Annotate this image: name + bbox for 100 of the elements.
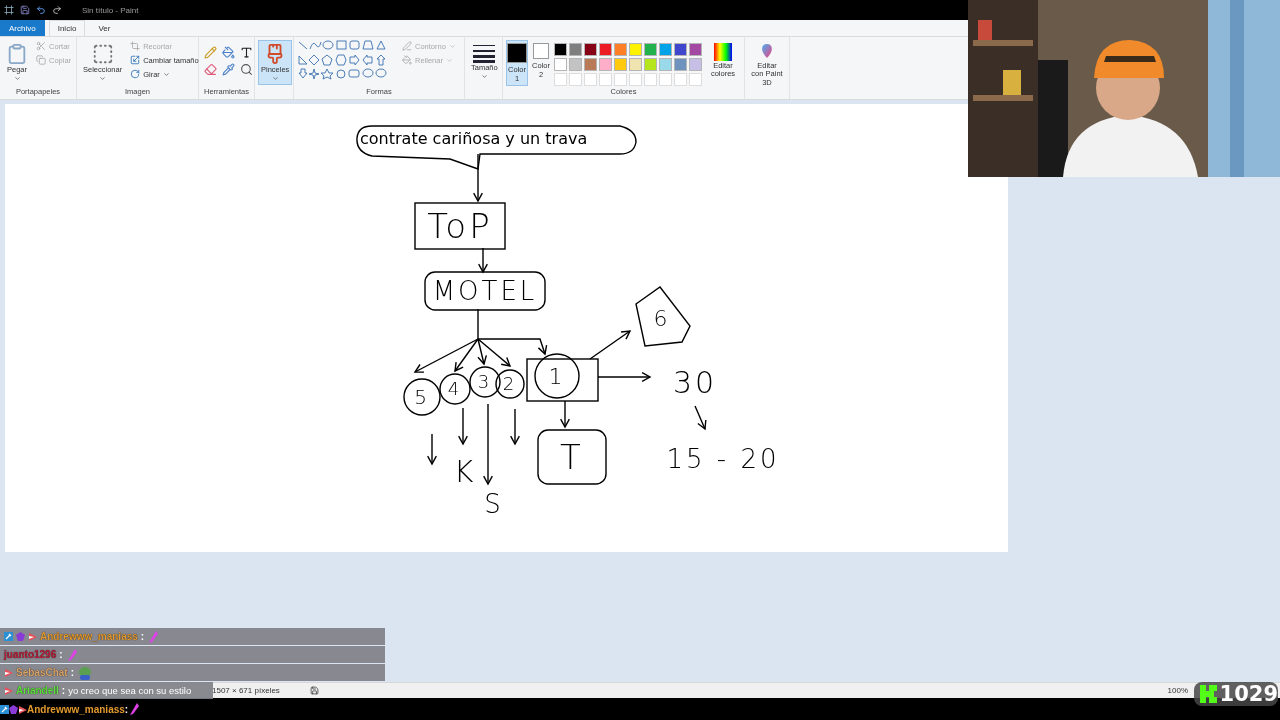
arrow xyxy=(478,247,488,274)
color-spectrum-icon xyxy=(713,43,732,61)
text-icon xyxy=(239,46,253,59)
chat-separator: : xyxy=(140,631,145,642)
palette-color[interactable] xyxy=(583,58,597,71)
viewer-count: 1029 xyxy=(1219,682,1278,706)
palette-color[interactable] xyxy=(553,43,567,56)
palette-color[interactable] xyxy=(658,58,672,71)
chat-message: yo creo que sea con su estilo xyxy=(68,685,192,696)
chat-username: juanto1296 xyxy=(4,649,57,660)
handwritten-label: S xyxy=(484,489,504,520)
boxed-label: MOTEL xyxy=(424,271,546,311)
palette-color[interactable] xyxy=(688,43,702,56)
pen-icon xyxy=(402,41,412,51)
palette-color[interactable] xyxy=(598,58,612,71)
circled-label: 5 xyxy=(403,378,441,416)
palette-color[interactable] xyxy=(643,43,657,56)
handwritten-label: K xyxy=(453,453,477,489)
boxed-label: T xyxy=(537,429,607,485)
gem-badge-icon xyxy=(16,632,25,641)
eraser-tool[interactable] xyxy=(202,63,218,76)
save-icon xyxy=(309,686,319,695)
caret-icon xyxy=(13,75,21,83)
chat-separator: : xyxy=(70,667,75,678)
palette-color[interactable] xyxy=(628,58,642,71)
chat-username: SebasChat xyxy=(16,667,68,678)
resize-icon xyxy=(130,55,141,65)
palette-color[interactable] xyxy=(583,43,597,56)
pencil-tool[interactable] xyxy=(202,46,218,59)
crop-icon xyxy=(130,41,141,51)
arrow xyxy=(694,405,707,431)
circled-label: 1 xyxy=(534,353,580,399)
bubble-text: contrate cariñosa y un trava xyxy=(360,129,588,148)
save-icon xyxy=(20,5,30,15)
chat-username: Ariandell xyxy=(16,685,59,696)
pencil-icon xyxy=(203,46,217,59)
arrow xyxy=(473,153,483,203)
palette-color[interactable] xyxy=(628,43,642,56)
handwritten-label: 30 xyxy=(672,364,718,400)
arrow xyxy=(458,407,468,446)
boxed-label: 6 xyxy=(635,286,691,347)
chat-separator: : xyxy=(124,703,129,715)
chat-separator: : xyxy=(61,685,66,696)
paint-bucket-icon xyxy=(221,46,235,59)
feather-emote-icon xyxy=(128,702,141,716)
palette-color[interactable] xyxy=(613,58,627,71)
palette-color[interactable] xyxy=(553,58,567,71)
arrow xyxy=(589,330,632,360)
color-picker-tool[interactable] xyxy=(220,63,236,76)
flag-badge-icon xyxy=(18,704,27,714)
scissors-icon xyxy=(36,41,46,51)
branch-line xyxy=(477,308,479,340)
line-width-icon xyxy=(473,43,496,63)
window-title: Sin título - Paint xyxy=(82,5,139,15)
drawing-canvas[interactable]: contrate cariñosa y un trava ToP MOTEL 5 4 3 2 1 K S T 6 30 15 - 20 xyxy=(5,104,1008,552)
rotate-icon xyxy=(130,69,141,79)
palette-color[interactable] xyxy=(568,43,582,56)
palette-color[interactable] xyxy=(613,43,627,56)
caret-icon xyxy=(162,70,170,78)
arrow xyxy=(427,433,437,466)
caret-icon xyxy=(99,75,107,83)
palette-color[interactable] xyxy=(673,43,687,56)
undo-icon xyxy=(36,5,46,15)
chat-username: Andrewww_maniass xyxy=(27,703,125,715)
arrow xyxy=(597,372,652,382)
magnifier-tool[interactable] xyxy=(238,63,254,76)
palette-color[interactable] xyxy=(643,58,657,71)
wrench-badge-icon xyxy=(0,704,9,714)
arrow xyxy=(510,408,520,446)
palette-color[interactable] xyxy=(658,43,672,56)
eyedropper-icon xyxy=(221,63,235,76)
wrench-badge-icon xyxy=(4,632,13,641)
copy-icon xyxy=(36,55,46,65)
palette-color[interactable] xyxy=(673,58,687,71)
boxed-label: ToP xyxy=(414,202,506,250)
chat-separator: : xyxy=(59,649,63,660)
canvas-size-text: 1507 × 671 píxeles xyxy=(212,686,280,695)
fill-tool[interactable] xyxy=(220,46,236,59)
circled-label: 2 xyxy=(495,369,525,399)
zoom-level-text: 100% xyxy=(1167,686,1188,695)
circled-label: 3 xyxy=(469,366,501,398)
handwritten-label: 15 - 20 xyxy=(666,444,780,475)
ribbon-tab[interactable]: Ver xyxy=(89,20,120,36)
ribbon-tab[interactable]: Inicio xyxy=(48,20,86,36)
gem-badge-icon xyxy=(9,704,18,714)
chat-username: Andrewww_maniass xyxy=(40,631,138,642)
palette-color[interactable] xyxy=(598,43,612,56)
feather-emote-icon xyxy=(147,629,160,644)
k-logo-icon xyxy=(1200,685,1217,703)
flag-badge-icon xyxy=(4,668,13,677)
paint-bucket-icon xyxy=(402,55,412,65)
dashed-square-icon xyxy=(91,43,114,65)
caret-icon xyxy=(480,73,488,81)
circled-label: 4 xyxy=(439,373,471,405)
arrow xyxy=(560,400,570,429)
flag-badge-icon xyxy=(4,686,13,695)
palette-color[interactable] xyxy=(568,58,582,71)
caret-icon xyxy=(271,75,279,83)
palette-color[interactable] xyxy=(688,58,702,71)
file-menu-button[interactable]: Archivo xyxy=(0,20,45,36)
